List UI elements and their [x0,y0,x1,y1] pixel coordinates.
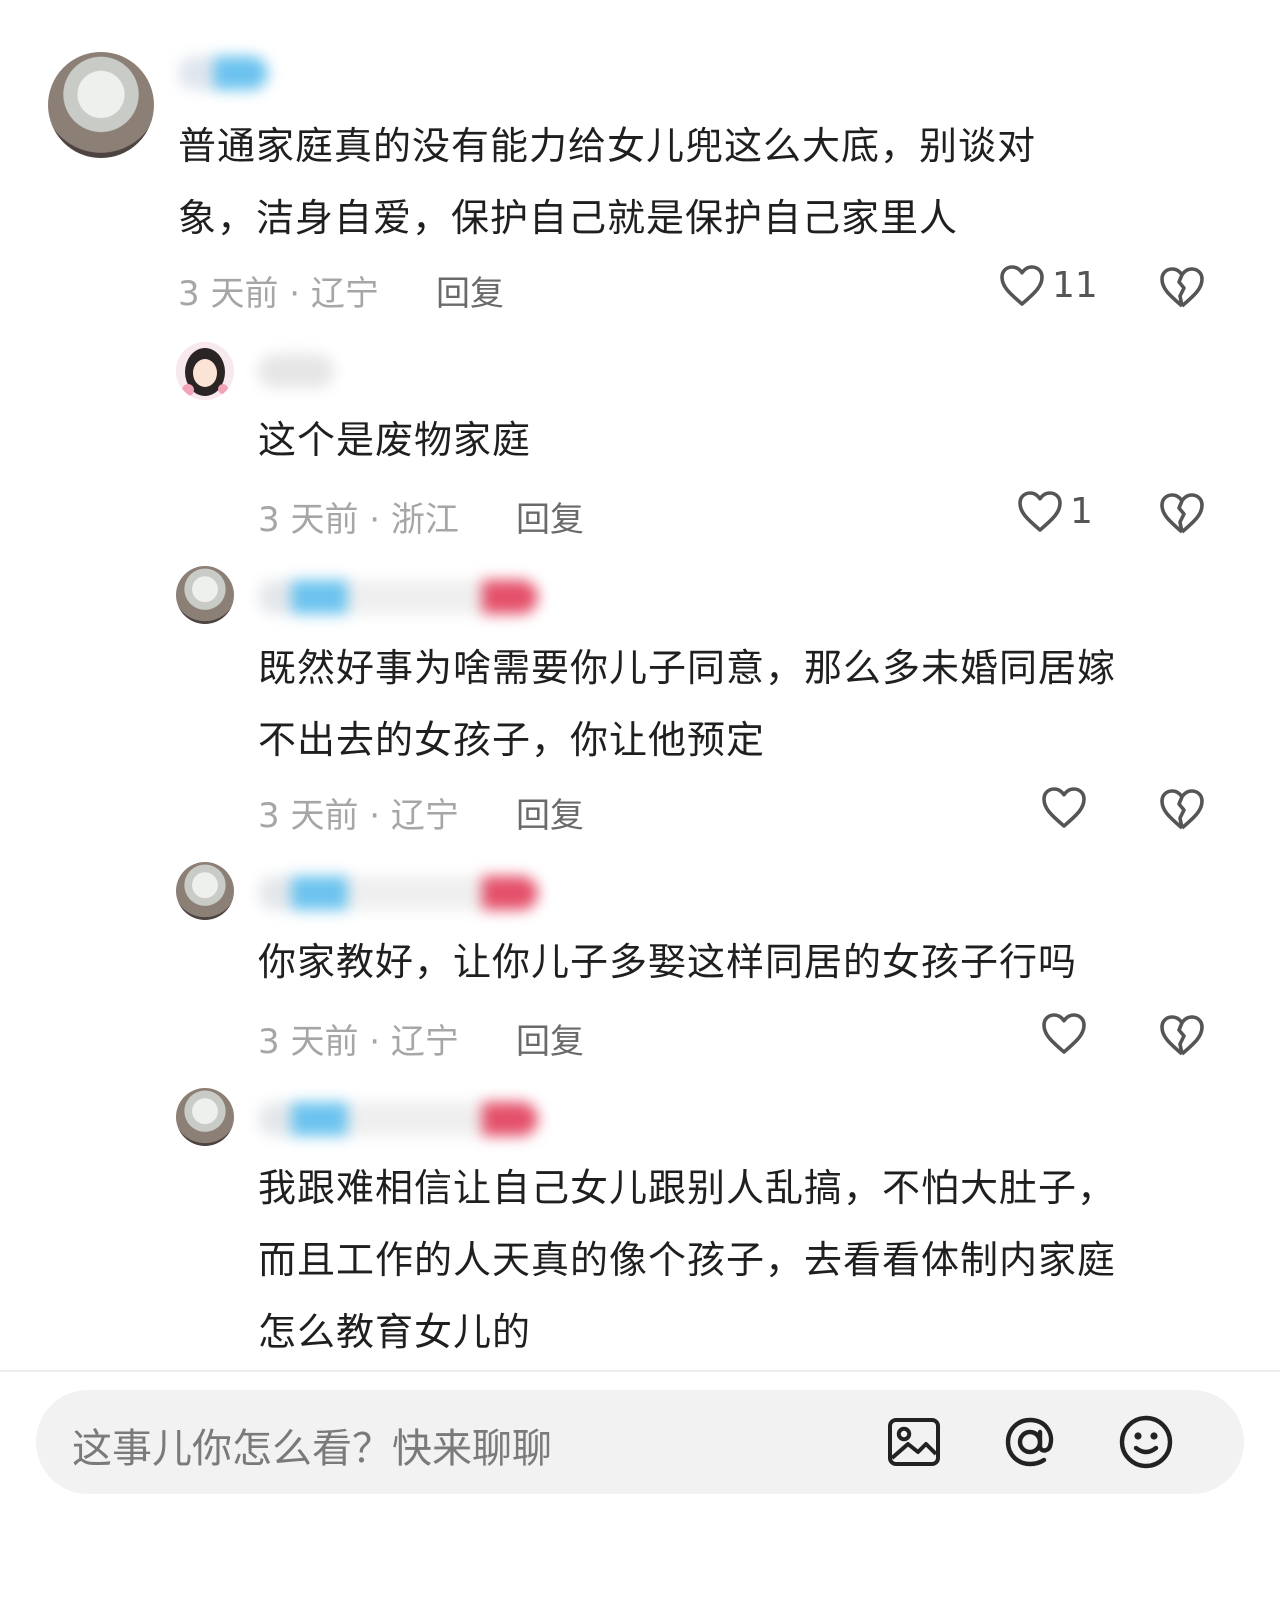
comment-input[interactable]: 这事儿你怎么看？快来聊聊 [36,1390,1244,1494]
username-blurred[interactable] [258,876,538,910]
like-count: 11 [1052,264,1098,306]
heart-outline-icon [1018,491,1062,532]
image-icon[interactable] [884,1412,944,1472]
username-blurred[interactable] [258,1102,538,1136]
broken-heart-icon[interactable] [1158,786,1206,832]
avatar[interactable] [176,342,234,400]
broken-heart-icon[interactable] [1158,490,1206,536]
broken-heart-icon[interactable] [1158,264,1206,310]
comment-meta: 3 天前 · 辽宁 [178,274,379,314]
at-icon[interactable] [1000,1412,1060,1472]
avatar[interactable] [176,862,234,920]
like-button[interactable]: 11 [998,262,1098,308]
comment-text: 我跟难相信让自己女儿跟别人乱搞，不怕大肚子， 而且工作的人天真的像个孩子，去看看… [258,1166,1117,1354]
username-blurred[interactable] [258,354,334,388]
like-button[interactable] [1040,1010,1088,1056]
like-button[interactable]: 1 [1016,488,1093,534]
comment-meta: 3 天前 · 辽宁 [258,796,459,836]
reply-button[interactable]: 回复 [436,266,504,315]
comment-text: 普通家庭真的没有能力给女儿兜这么大底，别谈对 象，洁身自爱，保护自己就是保护自己… [178,124,1037,240]
girl-avatar-icon [176,342,234,400]
comment-meta: 3 天前 · 浙江 [258,500,459,540]
reply-button[interactable]: 回复 [516,492,584,541]
heart-outline-icon [1042,787,1086,828]
comment-text: 你家教好，让你儿子多娶这样同居的女孩子行吗 [258,940,1078,984]
like-count: 1 [1070,490,1093,532]
username-blurred[interactable] [178,56,268,90]
avatar[interactable] [176,1088,234,1146]
avatar[interactable] [176,566,234,624]
comment-text: 既然好事为啥需要你儿子同意，那么多未婚同居嫁 不出去的女孩子，你让他预定 [258,646,1117,762]
reply-button[interactable]: 回复 [516,1014,584,1063]
heart-outline-icon [1000,265,1044,306]
username-blurred[interactable] [258,580,538,614]
avatar[interactable] [48,52,154,158]
comment-text: 这个是废物家庭 [258,418,532,462]
reply-button[interactable]: 回复 [516,788,584,837]
comment-input-placeholder: 这事儿你怎么看？快来聊聊 [72,1426,552,1472]
heart-outline-icon [1042,1013,1086,1054]
divider [0,1370,1280,1372]
like-button[interactable] [1040,784,1088,830]
emoji-icon[interactable] [1116,1412,1176,1472]
broken-heart-icon[interactable] [1158,1012,1206,1058]
comment-meta: 3 天前 · 辽宁 [258,1022,459,1062]
